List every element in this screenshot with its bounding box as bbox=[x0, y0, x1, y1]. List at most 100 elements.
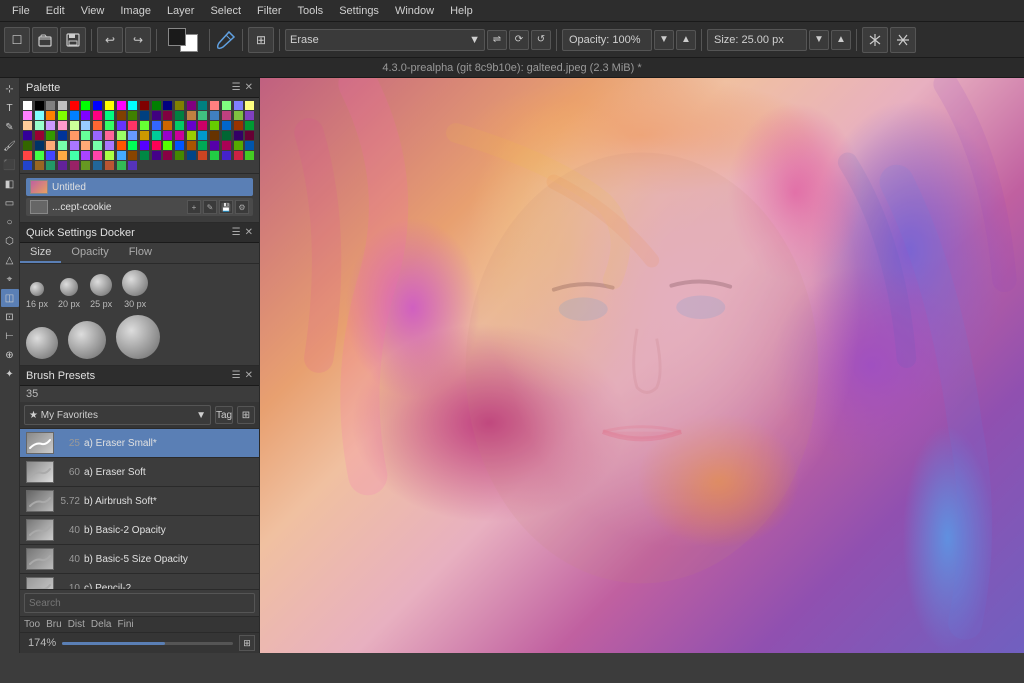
color-swatch[interactable] bbox=[105, 161, 114, 170]
color-swatch[interactable] bbox=[81, 161, 90, 170]
mirror-v-button[interactable] bbox=[890, 27, 916, 53]
menu-layer[interactable]: Layer bbox=[159, 3, 203, 19]
color-swatch[interactable] bbox=[93, 121, 102, 130]
qs-circle-30[interactable] bbox=[122, 270, 148, 296]
color-swatch[interactable] bbox=[35, 121, 44, 130]
canvas-area[interactable] bbox=[260, 78, 1024, 653]
brush-refresh-button[interactable]: ↺ bbox=[531, 30, 551, 50]
color-swatch[interactable] bbox=[187, 151, 196, 160]
color-swatch[interactable] bbox=[93, 161, 102, 170]
redo-button[interactable]: ↪ bbox=[125, 27, 151, 53]
qs-circle-25[interactable] bbox=[90, 274, 112, 296]
color-swatch[interactable] bbox=[117, 151, 126, 160]
bp-menu-icon[interactable]: ☰ bbox=[232, 370, 241, 381]
color-swatch[interactable] bbox=[23, 141, 32, 150]
color-swatch[interactable] bbox=[46, 141, 55, 150]
qs-menu-icon[interactable]: ☰ bbox=[232, 227, 241, 238]
color-swatch[interactable] bbox=[105, 101, 114, 110]
menu-filter[interactable]: Filter bbox=[249, 3, 289, 19]
color-swatch[interactable] bbox=[140, 121, 149, 130]
save-button[interactable] bbox=[60, 27, 86, 53]
bp-item[interactable]: 40 b) Basic-5 Size Opacity bbox=[20, 545, 259, 574]
color-swatch[interactable] bbox=[81, 101, 90, 110]
qs-circle-70[interactable] bbox=[68, 321, 106, 359]
tool-gradient[interactable]: ◧ bbox=[1, 175, 19, 193]
menu-help[interactable]: Help bbox=[442, 3, 481, 19]
color-swatch[interactable] bbox=[117, 111, 126, 120]
tool-fill[interactable]: ⬛ bbox=[1, 156, 19, 174]
size-display[interactable]: Size: 25.00 px bbox=[707, 29, 807, 51]
color-swatch[interactable] bbox=[234, 131, 243, 140]
layer-item-untitled[interactable]: Untitled bbox=[26, 178, 253, 196]
color-swatch[interactable] bbox=[198, 151, 207, 160]
color-swatch[interactable] bbox=[222, 131, 231, 140]
color-swatch[interactable] bbox=[163, 131, 172, 140]
color-swatch[interactable] bbox=[187, 121, 196, 130]
color-swatch[interactable] bbox=[234, 151, 243, 160]
color-swatch[interactable] bbox=[93, 111, 102, 120]
color-swatch[interactable] bbox=[187, 101, 196, 110]
color-swatch[interactable] bbox=[245, 151, 254, 160]
menu-select[interactable]: Select bbox=[202, 3, 249, 19]
color-swatch[interactable] bbox=[58, 151, 67, 160]
tool-select-rect[interactable]: ▭ bbox=[1, 194, 19, 212]
color-swatch[interactable] bbox=[198, 141, 207, 150]
color-swatch[interactable] bbox=[70, 131, 79, 140]
tool-edit[interactable]: ✎ bbox=[1, 118, 19, 136]
color-swatch[interactable] bbox=[198, 121, 207, 130]
menu-edit[interactable]: Edit bbox=[38, 3, 73, 19]
undo-button[interactable]: ↩ bbox=[97, 27, 123, 53]
color-swatch[interactable] bbox=[140, 111, 149, 120]
brush-preset-toolbar[interactable]: Erase ▼ bbox=[285, 29, 485, 51]
palette-close-icon[interactable]: ✕ bbox=[245, 82, 253, 93]
color-swatch[interactable] bbox=[23, 151, 32, 160]
color-swatch[interactable] bbox=[222, 141, 231, 150]
qs-close-icon[interactable]: ✕ bbox=[245, 227, 253, 238]
color-swatch[interactable] bbox=[81, 151, 90, 160]
qs-circle-20[interactable] bbox=[60, 278, 78, 296]
color-swatch[interactable] bbox=[117, 141, 126, 150]
color-swatch[interactable] bbox=[23, 101, 32, 110]
size-up-button[interactable]: ▲ bbox=[831, 30, 851, 50]
color-swatch[interactable] bbox=[128, 111, 137, 120]
color-swatch[interactable] bbox=[187, 141, 196, 150]
color-swatch[interactable] bbox=[175, 111, 184, 120]
bp-grid-button[interactable]: ⊞ bbox=[237, 406, 255, 424]
color-swatch[interactable] bbox=[198, 131, 207, 140]
color-swatch[interactable] bbox=[93, 141, 102, 150]
bp-item[interactable]: 25 a) Eraser Small* bbox=[20, 429, 259, 458]
bp-close-icon[interactable]: ✕ bbox=[245, 370, 253, 381]
color-swatch[interactable] bbox=[23, 161, 32, 170]
layer-item-cookie[interactable]: ...cept-cookie + ✎ 💾 ⚙ bbox=[26, 198, 253, 216]
color-swatch[interactable] bbox=[245, 131, 254, 140]
color-swatch[interactable] bbox=[58, 141, 67, 150]
layer-edit-button[interactable]: ✎ bbox=[203, 200, 217, 214]
color-swatch[interactable] bbox=[222, 111, 231, 120]
color-swatch[interactable] bbox=[175, 121, 184, 130]
tool-zoom[interactable]: ⊕ bbox=[1, 346, 19, 364]
color-swatch[interactable] bbox=[35, 151, 44, 160]
tool-select-ellipse[interactable]: ○ bbox=[1, 213, 19, 231]
layer-settings-button[interactable]: ⚙ bbox=[235, 200, 249, 214]
color-swatch[interactable] bbox=[46, 161, 55, 170]
opacity-display[interactable]: Opacity: 100% bbox=[562, 29, 652, 51]
color-swatch[interactable] bbox=[245, 141, 254, 150]
color-swatch[interactable] bbox=[175, 101, 184, 110]
color-swatch[interactable] bbox=[58, 111, 67, 120]
color-swatch[interactable] bbox=[35, 101, 44, 110]
color-swatch[interactable] bbox=[93, 131, 102, 140]
color-swatch[interactable] bbox=[245, 101, 254, 110]
qs-tab-opacity[interactable]: Opacity bbox=[61, 243, 118, 263]
color-swatch[interactable] bbox=[187, 111, 196, 120]
color-swatch[interactable] bbox=[140, 151, 149, 160]
color-swatch[interactable] bbox=[198, 111, 207, 120]
qs-tab-size[interactable]: Size bbox=[20, 243, 61, 263]
color-swatch[interactable] bbox=[234, 111, 243, 120]
foreground-color[interactable] bbox=[168, 28, 186, 46]
color-swatch[interactable] bbox=[23, 111, 32, 120]
new-button[interactable]: ☐ bbox=[4, 27, 30, 53]
color-swatch[interactable] bbox=[245, 121, 254, 130]
bp-item[interactable]: 60 a) Eraser Soft bbox=[20, 458, 259, 487]
color-swatch[interactable] bbox=[93, 151, 102, 160]
bp-tag-button[interactable]: Tag bbox=[215, 406, 233, 424]
